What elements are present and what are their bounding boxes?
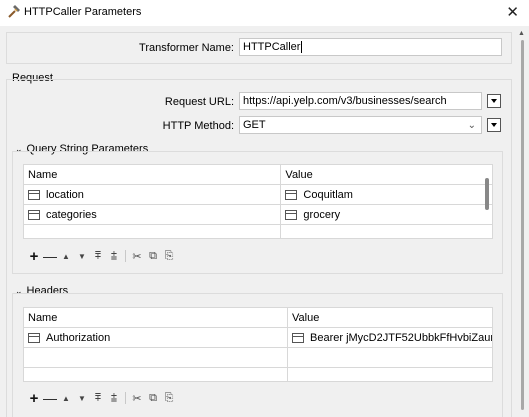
- request-url-input[interactable]: https://api.yelp.com/v3/businesses/searc…: [239, 92, 482, 110]
- query-params-toolbar: + — ▲ ▼ ⩱ ⩲ ✂ ⧉ ⎘: [26, 248, 177, 265]
- paste-icon[interactable]: ⎘: [161, 250, 177, 263]
- headers-toolbar: + — ▲ ▼ ⩱ ⩲ ✂ ⧉ ⎘: [26, 390, 177, 407]
- table-header-row: Name Value: [23, 307, 493, 328]
- param-name-cell[interactable]: categories: [22, 204, 282, 225]
- table-row-empty[interactable]: [22, 224, 493, 239]
- text-caret: [301, 41, 303, 54]
- text-field-icon: [28, 332, 40, 343]
- transformer-name-label: Transformer Name:: [139, 42, 234, 54]
- toolbar-divider: [125, 250, 126, 262]
- text-field-icon: [285, 209, 298, 220]
- window-title: HTTPCaller Parameters: [24, 6, 142, 18]
- empty-cell[interactable]: [287, 347, 493, 368]
- http-method-label: HTTP Method:: [162, 120, 234, 132]
- header-name: Authorization: [46, 331, 111, 344]
- empty-cell[interactable]: [23, 347, 288, 368]
- add-row-button[interactable]: +: [26, 248, 42, 265]
- add-row-button[interactable]: +: [26, 390, 42, 407]
- transformer-name-input[interactable]: HTTPCaller: [239, 38, 502, 56]
- column-header-name: Name: [23, 307, 288, 328]
- move-down-icon[interactable]: ▼: [74, 394, 90, 403]
- copy-icon[interactable]: ⧉: [145, 250, 161, 263]
- param-value: grocery: [303, 208, 341, 221]
- empty-cell[interactable]: [287, 367, 493, 382]
- move-bottom-icon[interactable]: ⩲: [106, 250, 122, 263]
- table-row-empty[interactable]: [23, 347, 493, 368]
- scroll-thumb[interactable]: [521, 40, 524, 410]
- http-method-select[interactable]: GET ⌄: [239, 116, 482, 134]
- table-row[interactable]: Authorization Bearer jMycD2JTF52UbbkFfHv…: [23, 327, 493, 348]
- request-url-label: Request URL:: [164, 96, 234, 108]
- param-value-cell[interactable]: Coquitlam: [280, 184, 493, 205]
- param-name: location: [46, 188, 84, 201]
- move-up-icon[interactable]: ▲: [58, 252, 74, 261]
- empty-cell[interactable]: [22, 224, 282, 239]
- remove-row-button[interactable]: —: [42, 390, 58, 406]
- header-name-cell[interactable]: Authorization: [23, 327, 288, 348]
- text-field-icon: [28, 209, 40, 220]
- param-value: Coquitlam: [303, 188, 353, 201]
- move-top-icon[interactable]: ⩱: [90, 392, 106, 405]
- move-bottom-icon[interactable]: ⩲: [106, 392, 122, 405]
- toolbar-divider: [125, 392, 126, 404]
- move-down-icon[interactable]: ▼: [74, 252, 90, 261]
- table-row[interactable]: location Coquitlam: [22, 184, 493, 205]
- request-url-menu-button[interactable]: [487, 94, 501, 108]
- table-header-row: Name Value: [22, 164, 493, 185]
- query-params-table: Name Value location Coquitlam categories…: [22, 164, 493, 239]
- empty-cell[interactable]: [280, 224, 493, 239]
- column-header-value: Value: [280, 164, 493, 185]
- window-titlebar: HTTPCaller Parameters ✕: [0, 0, 529, 26]
- headers-table: Name Value Authorization Bearer jMycD2JT…: [23, 307, 493, 382]
- column-header-name: Name: [22, 164, 282, 185]
- text-field-icon: [28, 189, 40, 200]
- chevron-down-icon: ⌄: [467, 120, 476, 131]
- text-field-icon: [292, 332, 304, 343]
- transformer-name-value: HTTPCaller: [243, 41, 301, 53]
- dialog-scrollbar[interactable]: ▲: [518, 30, 526, 417]
- move-top-icon[interactable]: ⩱: [90, 250, 106, 263]
- paste-icon[interactable]: ⎘: [161, 392, 177, 405]
- param-name: categories: [46, 208, 97, 221]
- close-icon[interactable]: ✕: [506, 3, 519, 21]
- copy-icon[interactable]: ⧉: [145, 392, 161, 405]
- header-value: Bearer jMycD2JTF52UbbkFfHvbiZaurQx...: [310, 331, 492, 344]
- empty-cell[interactable]: [23, 367, 288, 382]
- text-field-icon: [285, 189, 298, 200]
- param-value-cell[interactable]: grocery: [280, 204, 493, 225]
- param-name-cell[interactable]: location: [22, 184, 282, 205]
- table-row[interactable]: categories grocery: [22, 204, 493, 225]
- table-scrollbar[interactable]: [485, 178, 489, 210]
- http-method-value: GET: [243, 119, 266, 131]
- cut-icon[interactable]: ✂: [129, 250, 145, 263]
- column-header-value: Value: [287, 307, 493, 328]
- scroll-up-icon[interactable]: ▲: [518, 30, 525, 37]
- http-method-menu-button[interactable]: [487, 118, 501, 132]
- cut-icon[interactable]: ✂: [129, 392, 145, 405]
- table-row-empty[interactable]: [23, 367, 493, 382]
- hammer-icon: [8, 5, 20, 18]
- remove-row-button[interactable]: —: [42, 248, 58, 264]
- header-value-cell[interactable]: Bearer jMycD2JTF52UbbkFfHvbiZaurQx...: [287, 327, 493, 348]
- move-up-icon[interactable]: ▲: [58, 394, 74, 403]
